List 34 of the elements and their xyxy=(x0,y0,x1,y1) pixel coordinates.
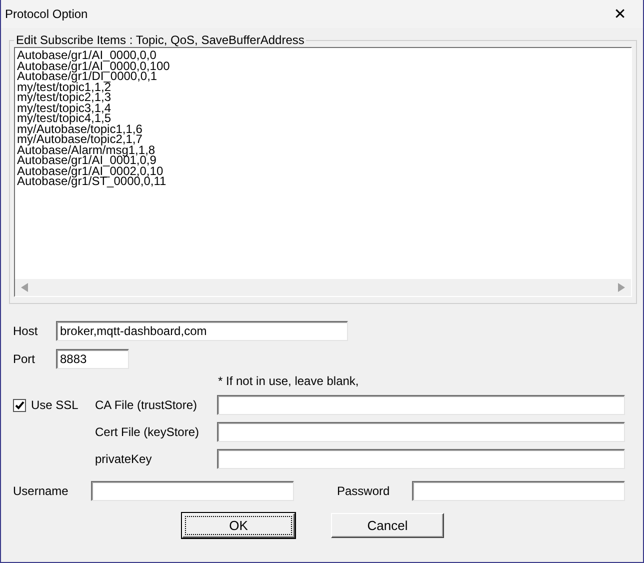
field-label: Cert File (keyStore) xyxy=(95,425,200,439)
group-legend: Edit Subscribe Items : Topic, QoS, SaveBufferAddress xyxy=(14,33,306,47)
subscribe-item-line: Autobase/gr1/AI_0002,0,10 xyxy=(17,166,164,176)
dialog-button[interactable]: OK xyxy=(182,513,295,538)
file-path-field[interactable] xyxy=(217,422,625,442)
close-button[interactable]: ✕ xyxy=(597,0,643,28)
port-label: Port xyxy=(13,352,36,366)
file-path-field[interactable] xyxy=(217,395,625,415)
field-label: privateKey xyxy=(95,452,153,466)
subscribe-item-line: my/test/topic3,1,4 xyxy=(17,102,112,113)
subscribe-item-line: my/test/topic1,1,2 xyxy=(17,82,112,92)
file-path-field[interactable] xyxy=(217,449,625,469)
hint-text: * If not in use, leave blank, xyxy=(218,374,360,390)
subscribe-item-line: Autobase/gr1/DI_0000,0,1 xyxy=(17,71,158,82)
password-field[interactable] xyxy=(412,481,625,501)
port-field[interactable]: 8883 xyxy=(56,349,129,369)
subscribe-item-line: my/Autobase/topic2,1,7 xyxy=(17,134,142,144)
subscribe-item-line: Autobase/gr1/AI_0000,0,0 xyxy=(17,50,156,60)
password-label: Password xyxy=(337,484,391,498)
field-label: CA File (trustStore) xyxy=(95,398,198,412)
username-label: Username xyxy=(13,484,70,498)
subscribe-item-line: my/test/topic4,1,5 xyxy=(17,113,112,124)
subscribe-item-line: Autobase/gr1/AI_0000,0,100 xyxy=(17,60,171,71)
dialog-button[interactable]: Cancel xyxy=(331,513,444,538)
subscribe-item-line: Autobase/Alarm/msg1,1,8 xyxy=(17,144,156,155)
subscribe-item-line: Autobase/gr1/ST_0000,0,11 xyxy=(17,176,168,186)
username-field[interactable] xyxy=(91,481,294,501)
subscribe-item-line: Autobase/gr1/AI_0001,0,9 xyxy=(17,155,156,166)
subscribe-item-line: my/Autobase/topic1,1,6 xyxy=(17,124,144,134)
host-field[interactable]: broker,mqtt-dashboard,com xyxy=(56,321,348,341)
host-label: Host xyxy=(13,324,39,338)
use-ssl-checkbox[interactable]: Use SSL xyxy=(13,395,95,415)
subscribe-item-line: my/test/topic2,1,3 xyxy=(17,92,112,102)
window-title: Protocol Option xyxy=(5,7,88,21)
